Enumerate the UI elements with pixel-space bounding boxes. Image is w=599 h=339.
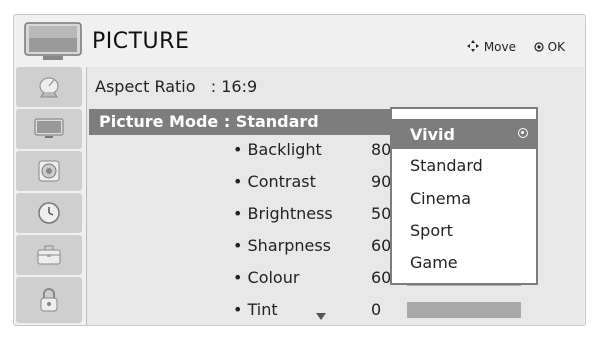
lock-icon [40, 288, 58, 312]
sidebar-item-option[interactable] [16, 235, 82, 275]
picture-mode-label: Picture Mode : Standard [99, 112, 319, 131]
category-sidebar [14, 67, 86, 325]
tint-label[interactable]: • Tint [233, 300, 278, 319]
move-arrows-icon [467, 40, 479, 52]
aspect-ratio-item[interactable]: Aspect Ratio : 16:9 [95, 77, 257, 96]
ok-icon [534, 40, 544, 54]
picture-mode-dropdown: Vivid Standard Cinema Sport Game [390, 107, 538, 285]
move-hint-label: Move [483, 40, 517, 54]
toolbox-icon [37, 245, 61, 265]
sharpness-label[interactable]: • Sharpness [233, 236, 331, 255]
navigation-hint: Move OK [466, 39, 565, 54]
menu-header: PICTURE Move OK [14, 15, 585, 65]
ok-hint-label: OK [547, 40, 565, 54]
page-title: PICTURE [92, 29, 190, 54]
tint-bar[interactable] [407, 302, 521, 318]
backlight-value: 80 [371, 140, 392, 159]
brightness-value: 50 [371, 204, 392, 223]
selected-radio-icon [518, 128, 528, 138]
sidebar-item-channel[interactable] [16, 67, 82, 107]
sidebar-item-lock[interactable] [16, 277, 82, 323]
sidebar-item-time[interactable] [16, 193, 82, 233]
backlight-label[interactable]: • Backlight [233, 140, 322, 159]
colour-value: 60 [371, 268, 392, 287]
brightness-label[interactable]: • Brightness [233, 204, 333, 223]
tv-screen-icon [34, 118, 64, 138]
contrast-value: 90 [371, 172, 392, 191]
dropdown-option-cinema[interactable]: Cinema [392, 183, 536, 213]
sidebar-item-picture[interactable] [16, 109, 82, 149]
tint-value: 0 [371, 300, 382, 319]
colour-label[interactable]: • Colour [233, 268, 299, 287]
dropdown-option-sport[interactable]: Sport [392, 215, 536, 245]
contrast-label[interactable]: • Contrast [233, 172, 316, 191]
speaker-icon [38, 160, 60, 182]
dropdown-option-standard[interactable]: Standard [392, 150, 536, 180]
clock-icon [38, 202, 60, 224]
satellite-dish-icon [39, 77, 59, 98]
sidebar-item-audio[interactable] [16, 151, 82, 191]
scroll-down-arrow-icon[interactable] [316, 313, 326, 320]
dropdown-option-vivid[interactable]: Vivid [392, 119, 536, 149]
sharpness-value: 60 [371, 236, 392, 255]
dropdown-option-game[interactable]: Game [392, 247, 536, 277]
tv-menu-icon [24, 22, 82, 60]
